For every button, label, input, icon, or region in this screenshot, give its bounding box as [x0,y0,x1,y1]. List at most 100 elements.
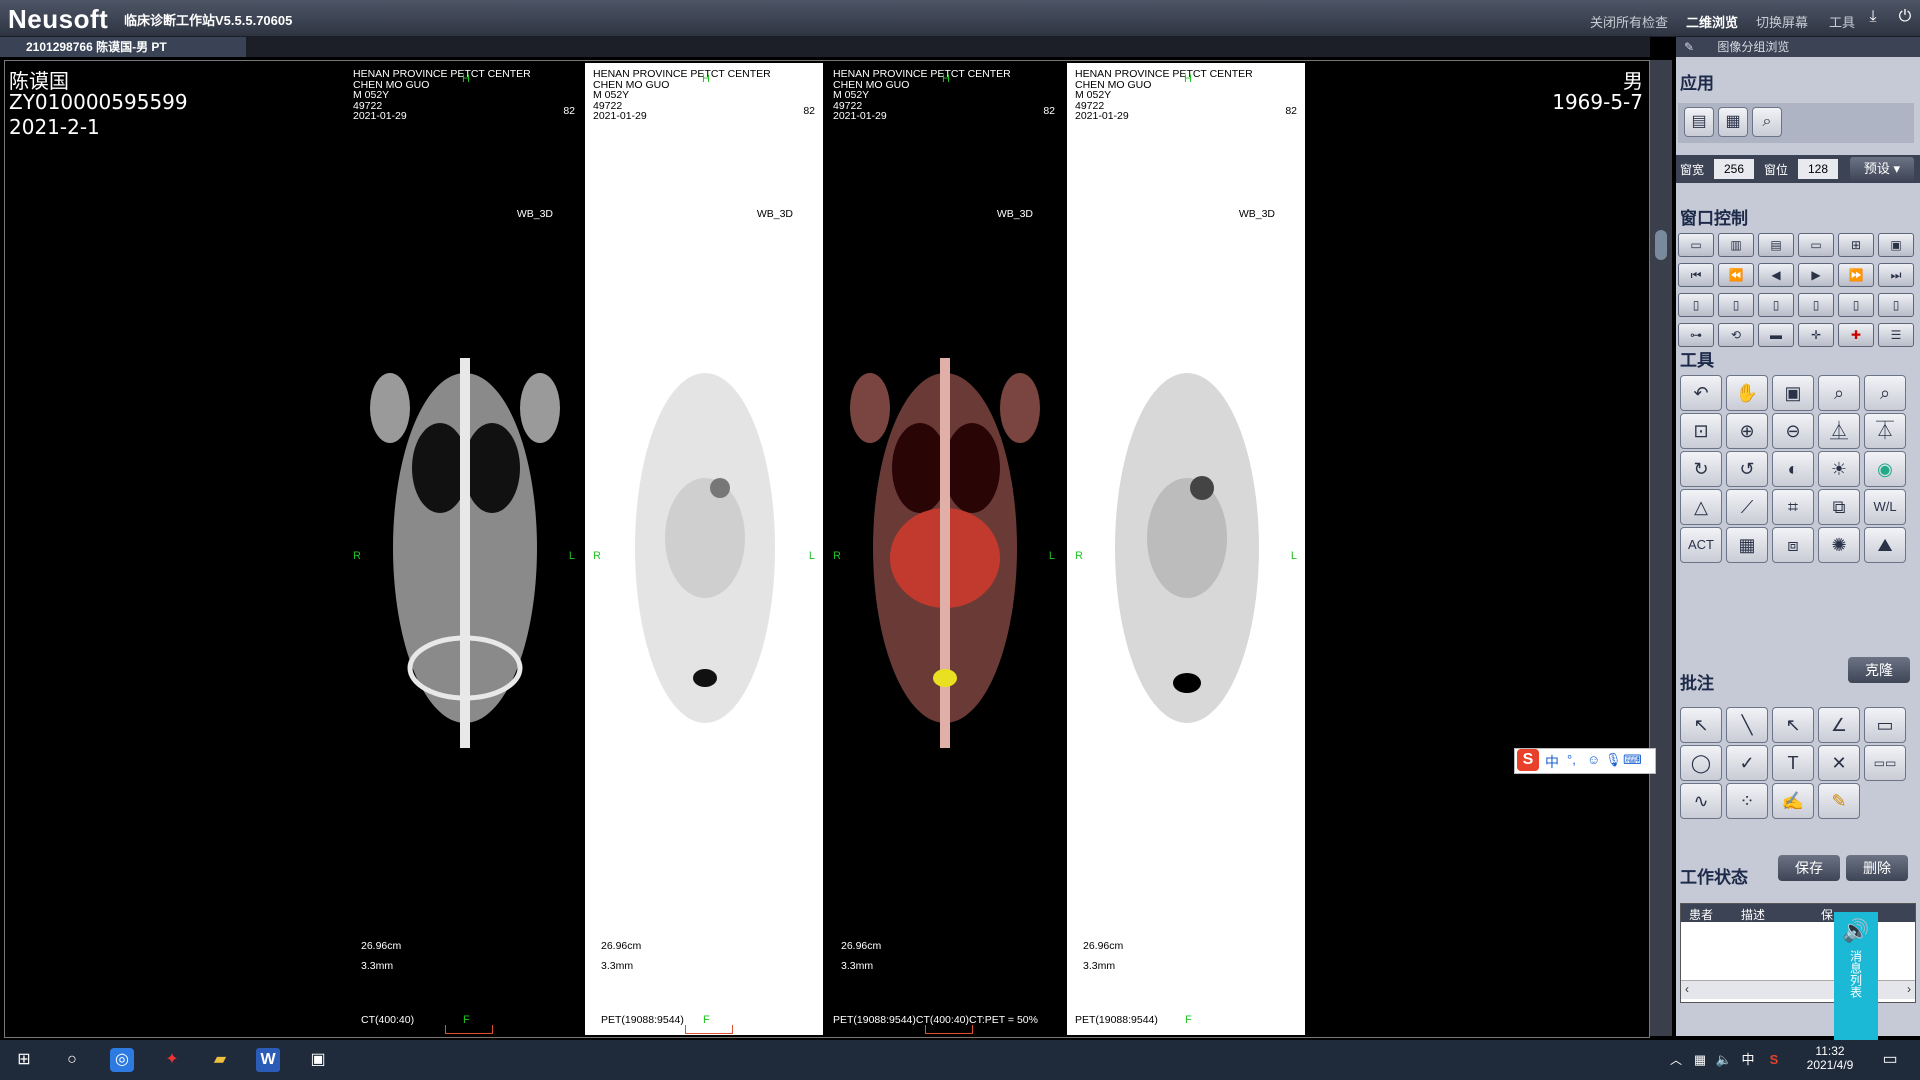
rotate-cw-icon[interactable]: ↻ [1680,451,1722,487]
flip-horizontal-icon[interactable]: ⏅ [1818,413,1860,449]
apply-grid-icon[interactable]: ▦ [1718,107,1748,137]
menu-tools[interactable]: 工具 [1829,12,1855,31]
ime-toolbar[interactable]: S 中 °, ☺ 🎙 ⌨ [1514,748,1656,774]
message-list-widget[interactable]: 🔊 消息列表 [1834,912,1878,1040]
invert-icon[interactable]: ◐ [1772,451,1814,487]
next-page-icon[interactable]: ⏩ [1838,263,1874,287]
overlap-icon[interactable]: ⧉ [1818,489,1860,525]
network-icon[interactable]: ▦ [1688,1048,1712,1072]
ww-input[interactable]: 256 [1714,159,1754,179]
curve-icon[interactable]: ∿ [1680,783,1722,819]
rotate-ccw-icon[interactable]: ↺ [1726,451,1768,487]
menu-2d-browse[interactable]: 二维浏览 [1686,12,1738,31]
viewport-fusion[interactable]: HENAN PROVINCE PETCT CENTER CHEN MO GUO M … [825,63,1063,1035]
menu-close-all[interactable]: 关闭所有检查 [1590,12,1668,31]
layout-5-icon[interactable]: ⊞ [1838,233,1874,257]
layout-1-icon[interactable]: ▭ [1678,233,1714,257]
zoom-out-icon[interactable]: ⊖ [1772,413,1814,449]
magnify-settings-icon[interactable]: ⌕ [1864,375,1906,411]
link-icon[interactable]: ⊶ [1678,323,1714,347]
volume-icon[interactable]: 🔈 [1712,1048,1736,1072]
tray-sogou-icon[interactable]: S [1762,1048,1786,1072]
zoom-in-icon[interactable]: ⊕ [1726,413,1768,449]
folder-icon[interactable]: ▰ [208,1048,232,1072]
frame-6-icon[interactable]: ▯ [1878,293,1914,317]
clone-button[interactable]: 克隆 [1848,657,1910,683]
sharpen-icon[interactable]: △ [1680,489,1722,525]
apply-print-icon[interactable]: ▤ [1684,107,1714,137]
app-red-icon[interactable]: ✦ [160,1048,184,1072]
mic-icon[interactable]: 🎙 [1605,752,1622,768]
download-icon[interactable]: ⤓ [1862,6,1884,28]
delete-button[interactable]: 删除 [1846,855,1908,881]
ellipse-icon[interactable]: ◯ [1680,745,1722,781]
tray-expand-icon[interactable]: ︿ [1664,1048,1688,1072]
points-icon[interactable]: ⁘ [1726,783,1768,819]
ruler-scale-icon[interactable]: ▭▭ [1864,745,1906,781]
histogram-icon[interactable]: ⛰ [1864,527,1906,563]
punctuation-icon[interactable]: °, [1567,752,1576,767]
prev-icon[interactable]: ◀ [1758,263,1794,287]
stack-icon[interactable]: ☰ [1878,323,1914,347]
table-icon[interactable]: ▦ [1726,527,1768,563]
image-viewer[interactable]: 陈谟国 ZY010000595599 2021-2-1 男 1969-5-7 H… [4,60,1650,1038]
arrow-icon[interactable]: ↖ [1772,707,1814,743]
freehand-icon[interactable]: ✍ [1772,783,1814,819]
last-icon[interactable]: ⏭ [1878,263,1914,287]
zoom-region-icon[interactable]: ⊡ [1680,413,1722,449]
magnify-dropdown-icon[interactable]: ⌕ [1818,375,1860,411]
frame-4-icon[interactable]: ▯ [1798,293,1834,317]
flip-vertical-icon[interactable]: ⏄ [1864,413,1906,449]
prev-page-icon[interactable]: ⏪ [1718,263,1754,287]
notification-icon[interactable]: ▭ [1878,1048,1902,1072]
sogou-icon[interactable]: S [1517,749,1539,771]
ct-value-icon[interactable]: ACT [1680,527,1722,563]
keyboard-icon[interactable]: ⌨ [1623,752,1642,768]
cross-icon[interactable]: ✕ [1818,745,1860,781]
scroll-thumb[interactable] [1655,230,1667,260]
preset-dropdown[interactable]: 预设 ▾ [1850,157,1914,181]
viewport-pet[interactable]: HENAN PROVINCE PETCT CENTER CHEN MO GUO M … [585,63,823,1035]
ruler-icon[interactable]: ⟋ [1726,489,1768,525]
viewer-scrollbar[interactable] [1650,60,1672,1036]
color-map-icon[interactable]: ◉ [1864,451,1906,487]
text-icon[interactable]: T [1772,745,1814,781]
next-icon[interactable]: ▶ [1798,263,1834,287]
undo-icon[interactable]: ↶ [1680,375,1722,411]
body-icon[interactable]: ✛ [1798,323,1834,347]
tray-ime[interactable]: 中 [1736,1048,1760,1072]
neusoft-app-icon[interactable]: ▣ [306,1048,330,1072]
browser-icon[interactable]: ◎ [110,1048,134,1072]
sync-icon[interactable]: ⟲ [1718,323,1754,347]
crop-icon[interactable]: ⌗ [1772,489,1814,525]
first-icon[interactable]: ⏮ [1678,263,1714,287]
contrast-icon[interactable]: ☀ [1818,451,1860,487]
frame-5-icon[interactable]: ▯ [1838,293,1874,317]
frame-2-icon[interactable]: ▯ [1718,293,1754,317]
study-tab[interactable]: 2101298766 陈谟国-男 PT [0,37,246,57]
frame-3-icon[interactable]: ▯ [1758,293,1794,317]
scroll-left-icon[interactable]: ‹ [1685,982,1689,996]
capture-icon[interactable]: ⧈ [1772,527,1814,563]
layout-4-icon[interactable]: ▭ [1798,233,1834,257]
layout-2-icon[interactable]: ▥ [1718,233,1754,257]
save-button[interactable]: 保存 [1778,855,1840,881]
film-icon[interactable]: ▬ [1758,323,1794,347]
check-icon[interactable]: ✓ [1726,745,1768,781]
frame-1-icon[interactable]: ▯ [1678,293,1714,317]
viewport-pet-2[interactable]: HENAN PROVINCE PETCT CENTER CHEN MO GUO M … [1067,63,1305,1035]
layout-3-icon[interactable]: ▤ [1758,233,1794,257]
ime-mode[interactable]: 中 [1545,752,1559,772]
3d-icon[interactable]: ✺ [1818,527,1860,563]
line-icon[interactable]: ╲ [1726,707,1768,743]
viewport-ct[interactable]: HENAN PROVINCE PETCT CENTER CHEN MO GUO M … [345,63,583,1035]
table-hscroll[interactable]: ‹ › [1681,980,1915,999]
pin-icon[interactable]: ✎ [1684,40,1694,54]
image-icon[interactable]: ▣ [1772,375,1814,411]
pan-hand-icon[interactable]: ✋ [1726,375,1768,411]
pointer-icon[interactable]: ↖ [1680,707,1722,743]
clock[interactable]: 11:32 2021/4/9 [1790,1044,1870,1072]
windows-start-icon[interactable]: ⊞ [12,1048,36,1072]
word-icon[interactable]: W [256,1048,280,1072]
wl-input[interactable]: 128 [1798,159,1838,179]
